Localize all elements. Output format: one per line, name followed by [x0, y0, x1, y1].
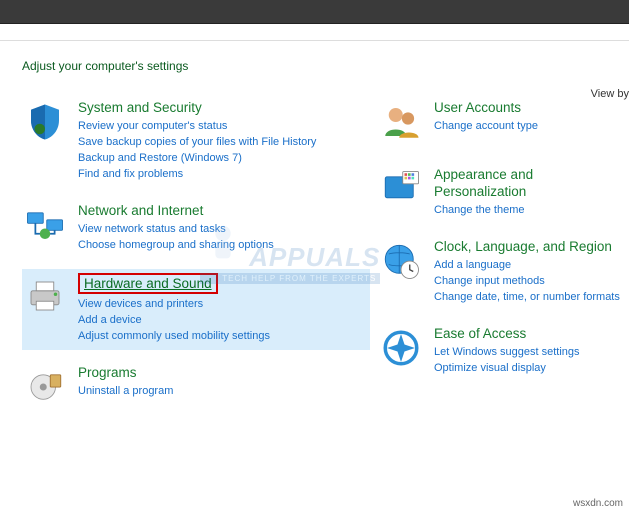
- sublink-add-device[interactable]: Add a device: [78, 312, 270, 328]
- sublink-file-history[interactable]: Save backup copies of your files with Fi…: [78, 134, 316, 150]
- category-network-internet: Network and Internet View network status…: [22, 198, 370, 259]
- page-title: Adjust your computer's settings: [22, 59, 629, 73]
- network-icon: [24, 202, 70, 253]
- category-user-accounts: User Accounts Change account type: [378, 95, 628, 152]
- sublink-mobility[interactable]: Adjust commonly used mobility settings: [78, 328, 270, 344]
- shield-icon: [24, 99, 70, 182]
- sublink-suggest-settings[interactable]: Let Windows suggest settings: [434, 344, 580, 360]
- category-system-security: System and Security Review your computer…: [22, 95, 370, 188]
- category-clock-language-region: Clock, Language, and Region Add a langua…: [378, 234, 628, 311]
- sublink-homegroup[interactable]: Choose homegroup and sharing options: [78, 237, 274, 253]
- sublink-input-methods[interactable]: Change input methods: [434, 273, 620, 289]
- category-programs: Programs Uninstall a program: [22, 360, 370, 417]
- window-titlebar: [0, 0, 629, 24]
- category-title[interactable]: Clock, Language, and Region: [434, 238, 620, 255]
- category-appearance: Appearance and Personalization Change th…: [378, 162, 628, 224]
- sublink-date-time-format[interactable]: Change date, time, or number formats: [434, 289, 620, 305]
- ease-of-access-icon: [380, 325, 426, 376]
- category-ease-of-access: Ease of Access Let Windows suggest setti…: [378, 321, 628, 382]
- sublink-view-devices[interactable]: View devices and printers: [78, 296, 270, 312]
- source-label: wsxdn.com: [573, 498, 623, 509]
- category-title[interactable]: Ease of Access: [434, 325, 580, 342]
- sublink-network-status[interactable]: View network status and tasks: [78, 221, 274, 237]
- category-title[interactable]: User Accounts: [434, 99, 538, 116]
- sublink-change-account[interactable]: Change account type: [434, 118, 538, 134]
- sublink-find-fix[interactable]: Find and fix problems: [78, 166, 316, 182]
- sublink-optimize-display[interactable]: Optimize visual display: [434, 360, 580, 376]
- users-icon: [380, 99, 426, 146]
- category-title[interactable]: Network and Internet: [78, 202, 274, 219]
- category-title[interactable]: System and Security: [78, 99, 316, 116]
- sublink-change-theme[interactable]: Change the theme: [434, 202, 626, 218]
- category-title[interactable]: Appearance and Personalization: [434, 166, 626, 200]
- appearance-icon: [380, 166, 426, 218]
- sublink-backup-restore[interactable]: Backup and Restore (Windows 7): [78, 150, 316, 166]
- globe-clock-icon: [380, 238, 426, 305]
- sublink-uninstall[interactable]: Uninstall a program: [78, 383, 173, 399]
- category-title[interactable]: Programs: [78, 364, 173, 381]
- programs-icon: [24, 364, 70, 411]
- sublink-add-language[interactable]: Add a language: [434, 257, 620, 273]
- view-by-label[interactable]: View by: [591, 88, 629, 100]
- printer-icon: [24, 273, 70, 344]
- sublink-review-status[interactable]: Review your computer's status: [78, 118, 316, 134]
- category-title-highlighted[interactable]: Hardware and Sound: [78, 273, 218, 294]
- category-hardware-sound: Hardware and Sound View devices and prin…: [22, 269, 370, 350]
